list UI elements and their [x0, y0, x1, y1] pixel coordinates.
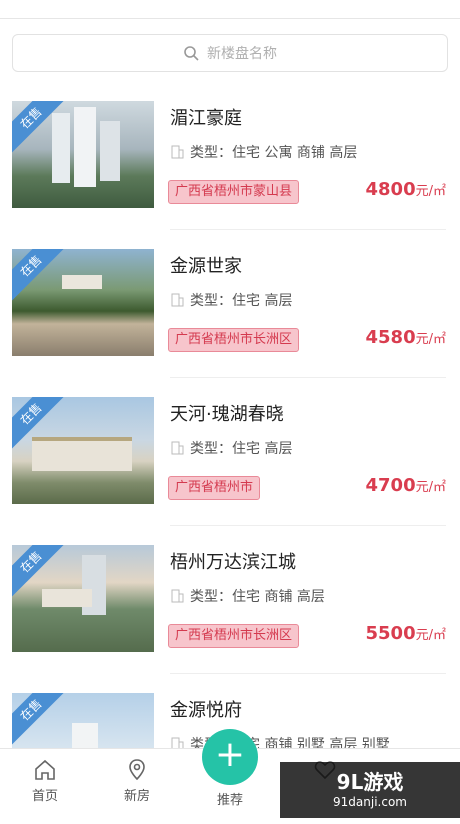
home-icon — [35, 759, 55, 780]
sale-badge: 在售 — [12, 693, 68, 747]
map-pin-icon — [129, 759, 145, 781]
price-unit: 元/㎡ — [415, 184, 446, 199]
price-unit: 元/㎡ — [415, 480, 446, 495]
search-bar[interactable]: 新楼盘名称 — [12, 34, 448, 72]
divider — [170, 673, 446, 674]
price: 4800元/㎡ — [366, 179, 447, 200]
price: 5500元/㎡ — [366, 623, 447, 644]
list-item[interactable]: 在售 金源世家 类型：住宅 高层 广西省梧州市长洲区 4580元/㎡ — [0, 232, 460, 380]
price-value: 5500 — [365, 623, 416, 644]
watermark-logo: 9L游戏 91danji.com — [280, 762, 460, 818]
price-value: 4580 — [365, 327, 416, 348]
location-tag: 广西省梧州市长洲区 — [168, 328, 300, 352]
plus-icon: + — [202, 729, 258, 785]
tab-recommend[interactable]: + 推荐 — [195, 729, 265, 819]
building-icon — [171, 589, 184, 603]
search-placeholder: 新楼盘名称 — [207, 46, 277, 62]
price: 4580元/㎡ — [366, 327, 447, 348]
search-icon — [183, 45, 199, 61]
tab-newhouse-label: 新房 — [123, 789, 150, 804]
tab-newhouse[interactable]: 新房 — [102, 749, 172, 819]
divider — [170, 377, 446, 378]
location-tag: 广西省梧州市 — [168, 476, 261, 500]
property-type-text: 类型：住宅 高层 — [190, 441, 293, 457]
building-icon — [171, 145, 184, 159]
property-type: 类型：住宅 商铺 高层 — [170, 586, 325, 606]
tab-home[interactable]: 首页 — [10, 749, 80, 819]
price-unit: 元/㎡ — [415, 628, 446, 643]
property-type-text: 类型：住宅 公寓 商铺 高层 — [190, 145, 358, 161]
property-type-text: 类型：住宅 商铺 高层 — [190, 589, 325, 605]
price: 4700元/㎡ — [366, 475, 447, 496]
watermark-url: 91danji.com — [333, 795, 407, 809]
divider — [170, 525, 446, 526]
property-thumbnail[interactable]: 在售 — [12, 397, 154, 504]
property-thumbnail[interactable]: 在售 — [12, 545, 154, 652]
location-tag: 广西省梧州市蒙山县 — [168, 180, 300, 204]
property-type: 类型：住宅 公寓 商铺 高层 — [170, 142, 357, 162]
price-value: 4700 — [365, 475, 416, 496]
building-icon — [171, 441, 184, 455]
location-tag: 广西省梧州市长洲区 — [168, 624, 300, 648]
price-value: 4800 — [365, 179, 416, 200]
property-type: 类型：住宅 高层 — [170, 290, 292, 310]
list-item[interactable]: 在售 湄江豪庭 类型：住宅 公寓 商铺 高层 广西省梧州市蒙山县 4800元/㎡ — [0, 84, 460, 232]
sale-badge: 在售 — [12, 249, 68, 303]
watermark-title: 9L游戏 — [336, 770, 404, 794]
property-title: 金源悦府 — [170, 700, 242, 721]
top-bar — [0, 0, 460, 19]
property-title: 天河·瑰湖春晓 — [170, 404, 284, 425]
property-title: 金源世家 — [170, 256, 242, 277]
building-icon — [171, 293, 184, 307]
list-item[interactable]: 在售 天河·瑰湖春晓 类型：住宅 高层 广西省梧州市 4700元/㎡ — [0, 380, 460, 528]
divider — [170, 229, 446, 230]
property-thumbnail[interactable]: 在售 — [12, 101, 154, 208]
property-title: 湄江豪庭 — [170, 108, 242, 129]
property-title: 梧州万达滨江城 — [170, 552, 296, 573]
property-type: 类型：住宅 高层 — [170, 438, 292, 458]
price-unit: 元/㎡ — [415, 332, 446, 347]
list-item[interactable]: 在售 梧州万达滨江城 类型：住宅 商铺 高层 广西省梧州市长洲区 5500元/㎡ — [0, 528, 460, 676]
tab-home-label: 首页 — [31, 789, 58, 804]
property-type-text: 类型：住宅 高层 — [190, 293, 293, 309]
property-thumbnail[interactable]: 在售 — [12, 249, 154, 356]
tab-recommend-label: 推荐 — [216, 793, 243, 808]
